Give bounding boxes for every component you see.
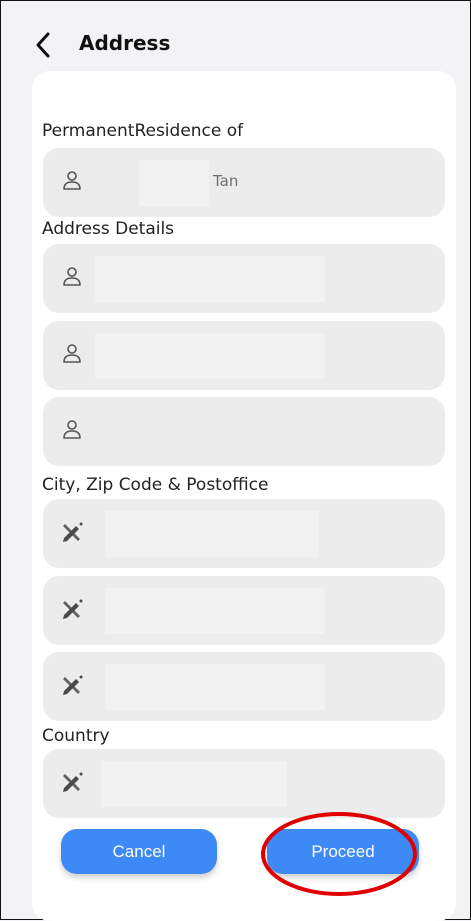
address-line-1-redaction — [95, 256, 325, 302]
person-icon — [59, 340, 85, 368]
residence-field-redaction — [139, 160, 209, 206]
back-button[interactable] — [31, 30, 55, 60]
chevron-left-icon — [36, 32, 50, 58]
person-icon — [59, 167, 85, 195]
pen-ruler-icon — [59, 518, 85, 546]
cancel-button[interactable]: Cancel — [61, 829, 217, 874]
city-zip-postoffice-label: City, Zip Code & Postoffice — [42, 475, 269, 495]
proceed-button[interactable]: Proceed — [267, 829, 419, 874]
residence-label: PermanentResidence of — [42, 121, 244, 141]
postoffice-field[interactable] — [43, 652, 445, 721]
city-field[interactable] — [43, 499, 445, 568]
city-redaction — [105, 511, 319, 557]
pen-ruler-icon — [59, 671, 85, 699]
zip-code-field[interactable] — [43, 576, 445, 645]
person-icon — [59, 416, 85, 444]
residence-field-value: Tan — [213, 172, 239, 190]
pen-ruler-icon — [59, 595, 85, 623]
address-line-1-field[interactable] — [43, 244, 445, 313]
pen-ruler-icon — [59, 768, 85, 796]
person-icon — [59, 263, 85, 291]
country-label: Country — [42, 726, 110, 746]
zip-code-redaction — [105, 588, 325, 634]
residence-field[interactable]: Tan — [43, 148, 445, 217]
country-field[interactable] — [43, 749, 445, 818]
page-title: Address — [79, 31, 171, 55]
phone-screen: Address PermanentResidence of Tan Addres… — [0, 0, 471, 921]
postoffice-redaction — [105, 664, 325, 710]
country-redaction — [101, 761, 287, 807]
address-line-3-field[interactable] — [43, 397, 445, 466]
address-line-2-redaction — [95, 333, 325, 379]
address-line-2-field[interactable] — [43, 321, 445, 390]
address-details-label: Address Details — [42, 219, 175, 239]
